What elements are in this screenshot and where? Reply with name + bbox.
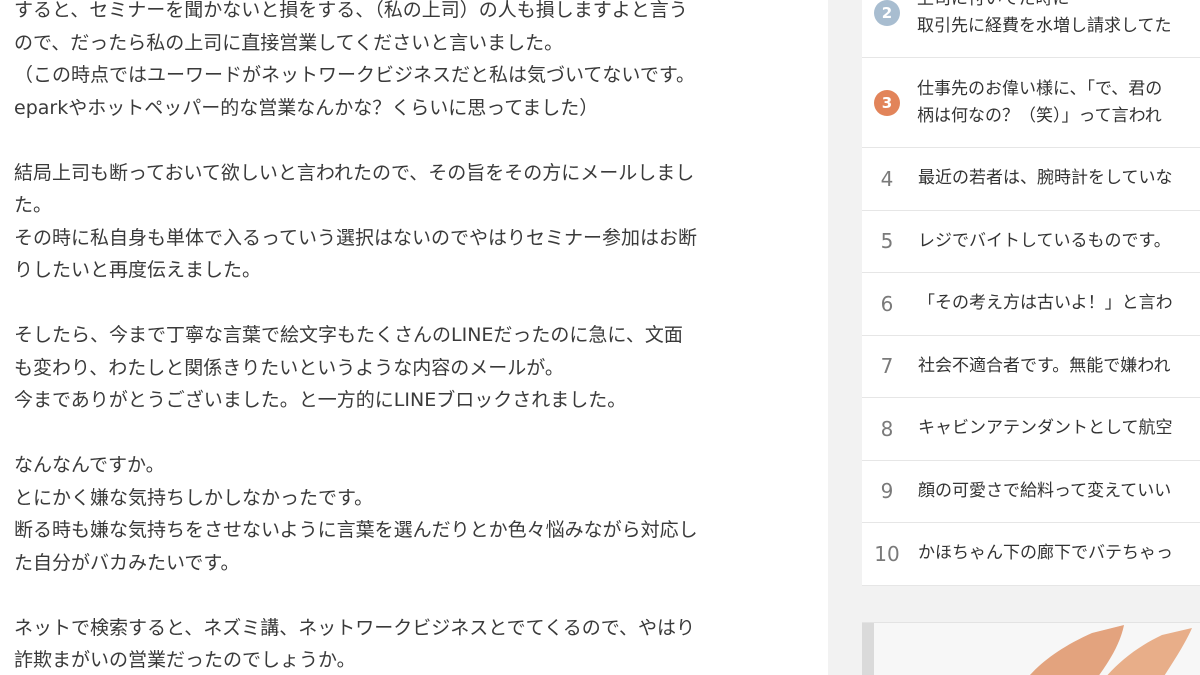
- ranking-title-line: 「その考え方は古いよ！」と言わ: [918, 293, 1173, 314]
- ranking-number: 6: [880, 291, 894, 316]
- article-line: すると、セミナーを聞かないと損をする、（私の上司）の人も損しますよと言う: [14, 0, 688, 21]
- ranking-item-7[interactable]: 7 社会不適合者です。無能で嫌われ: [862, 336, 1200, 398]
- article-body: すると、セミナーを聞かないと損をする、（私の上司）の人も損しますよと言う ので、だ…: [14, 0, 804, 675]
- ranking-title-line: キャビンアテンダントとして航空: [918, 418, 1173, 439]
- ranking-number: 3: [874, 89, 900, 116]
- article-line: た。: [14, 194, 53, 216]
- article-line: 今までありがとうございました。と一方的にLINEブロックされました。: [14, 389, 627, 411]
- ranking-title: レジでバイトしているものです。: [912, 228, 1171, 255]
- ranking-number: 10: [874, 541, 900, 566]
- ranking-title-line: 柄は何なの？（笑）」って言われ: [917, 105, 1162, 126]
- ranking-title-line: 取引先に経費を水増し請求してた: [917, 15, 1172, 36]
- ranking-item-9[interactable]: 9 顔の可愛さで給料って変えていい: [862, 461, 1200, 523]
- article-line: も変わり、わたしと関係きりたいというような内容のメールが。: [14, 356, 564, 379]
- ranking-title: 最近の若者は、腕時計をしていな: [912, 165, 1173, 192]
- article-line: ネットで検索すると、ネズミ講、ネットワークビジネスとでてくるので、やはり: [14, 616, 695, 639]
- ranking-title-line: 社会不適合者です。無能で嫌われ: [918, 355, 1171, 376]
- ranking-number: 2: [874, 0, 900, 26]
- ranking-title: 顔の可愛さで給料って変えていい: [912, 478, 1171, 505]
- article-line: とにかく嫌な気持ちしかしなかったです。: [14, 486, 374, 509]
- ranking-title: 社会不適合者です。無能で嫌われ: [912, 353, 1170, 380]
- ad-photo: [862, 623, 1200, 675]
- ranking-list: 2 上司に付いてた時に取引先に経費を水増し請求してた 3 仕事先のお偉い様に、「で、君…: [862, 0, 1200, 586]
- sidebar-ad-image[interactable]: [862, 622, 1200, 675]
- ranking-item-5[interactable]: 5 レジでバイトしているものです。: [862, 211, 1200, 273]
- ranking-item-6[interactable]: 6 「その考え方は古いよ！」と言わ: [862, 273, 1200, 336]
- ranking-title-line: 最近の若者は、腕時計をしていな: [918, 168, 1173, 189]
- ranking-item-10[interactable]: 10 かほちゃん下の廊下でバテちゃっ: [862, 523, 1200, 586]
- ranking-title: キャビンアテンダントとして航空: [912, 415, 1173, 442]
- ranking-title: かほちゃん下の廊下でバテちゃっ: [912, 540, 1173, 567]
- article-paragraph: そしたら、今まで丁寧な言葉で絵文字もたくさんのLINEだったのに急に、文面 も変わ…: [14, 319, 804, 417]
- ranking-item-8[interactable]: 8 キャビンアテンダントとして航空: [862, 398, 1200, 461]
- ranking-title-line: 仕事先のお偉い様に、「で、君の: [917, 78, 1163, 99]
- article-line: た自分がバカみたいです。: [14, 551, 240, 574]
- ranking-title: 仕事先のお偉い様に、「で、君の 柄は何なの？（笑）」って言われ: [912, 76, 1162, 130]
- ranking-item-3[interactable]: 3 仕事先のお偉い様に、「で、君の 柄は何なの？（笑）」って言われ: [862, 58, 1200, 148]
- ranking-item-4[interactable]: 4 最近の若者は、腕時計をしていな: [862, 148, 1200, 211]
- ranking-item-2[interactable]: 2 上司に付いてた時に取引先に経費を水増し請求してた: [862, 0, 1200, 58]
- ranking-number: 8: [880, 416, 894, 441]
- ranking-number: 7: [880, 354, 894, 379]
- ranking-number: 5: [880, 229, 894, 254]
- article-paragraph: ネットで検索すると、ネズミ講、ネットワークビジネスとでてくるので、やはり 詐欺まが…: [14, 612, 804, 675]
- ranking-title-line: 顔の可愛さで給料って変えていい: [918, 480, 1172, 501]
- article-line: 断る時も嫌な気持ちをさせないように言葉を選んだりとか色々悩みながら対応し: [14, 519, 698, 541]
- ranking-title-line: かほちゃん下の廊下でバテちゃっ: [918, 543, 1173, 564]
- ranking-title: 上司に付いてた時に取引先に経費を水増し請求してた: [912, 0, 1172, 40]
- ranking-number: 4: [880, 166, 894, 191]
- article-line: りしたいと再度伝えました。: [14, 259, 262, 281]
- article-paragraph: 結局上司も断っておいて欲しいと言われたので、その旨をその方にメールしまし た。その…: [14, 157, 804, 287]
- ranking-title-line: レジでバイトしているものです。: [918, 230, 1171, 251]
- article-line: eparkやホットペッパー的な営業なんかな？くらいに思ってました）: [14, 96, 599, 119]
- ranking-title: 「その考え方は古いよ！」と言わ: [912, 290, 1173, 317]
- article-line: そしたら、今まで丁寧な言葉で絵文字もたくさんのLINEだったのに急に、文面: [14, 324, 683, 346]
- article-line: その時に私自身も単体で入るっていう選択はないのでやはりセミナー参加はお断: [14, 226, 698, 249]
- article-paragraph: すると、セミナーを聞かないと損をする、（私の上司）の人も損しますよと言う ので、だ…: [14, 0, 804, 124]
- page: すると、セミナーを聞かないと損をする、（私の上司）の人も損しますよと言う ので、だ…: [0, 0, 1200, 675]
- article-column: すると、セミナーを聞かないと損をする、（私の上司）の人も損しますよと言う ので、だ…: [0, 0, 828, 675]
- ranking-title-line: 上司に付いてた時に: [917, 0, 1172, 13]
- article-line: 詐欺まがいの営業だったのでしょうか。: [14, 649, 356, 671]
- article-line: ので、だったら私の上司に直接営業してくださいと言いました。: [14, 31, 564, 54]
- article-line: 結局上司も断っておいて欲しいと言われたので、その旨をその方にメールしまし: [14, 161, 695, 184]
- article-paragraph: なんなんですか。とにかく嫌な気持ちしかしなかったです。断る時も嫌な気持ちをさせな…: [14, 449, 804, 579]
- sidebar: 2 上司に付いてた時に取引先に経費を水増し請求してた 3 仕事先のお偉い様に、「で、君…: [828, 0, 1200, 675]
- article-line: （この時点ではユーワードがネットワークビジネスだと私は気づいてないです。: [14, 64, 695, 86]
- ranking-number: 9: [880, 479, 894, 504]
- article-line: なんなんですか。: [14, 454, 165, 476]
